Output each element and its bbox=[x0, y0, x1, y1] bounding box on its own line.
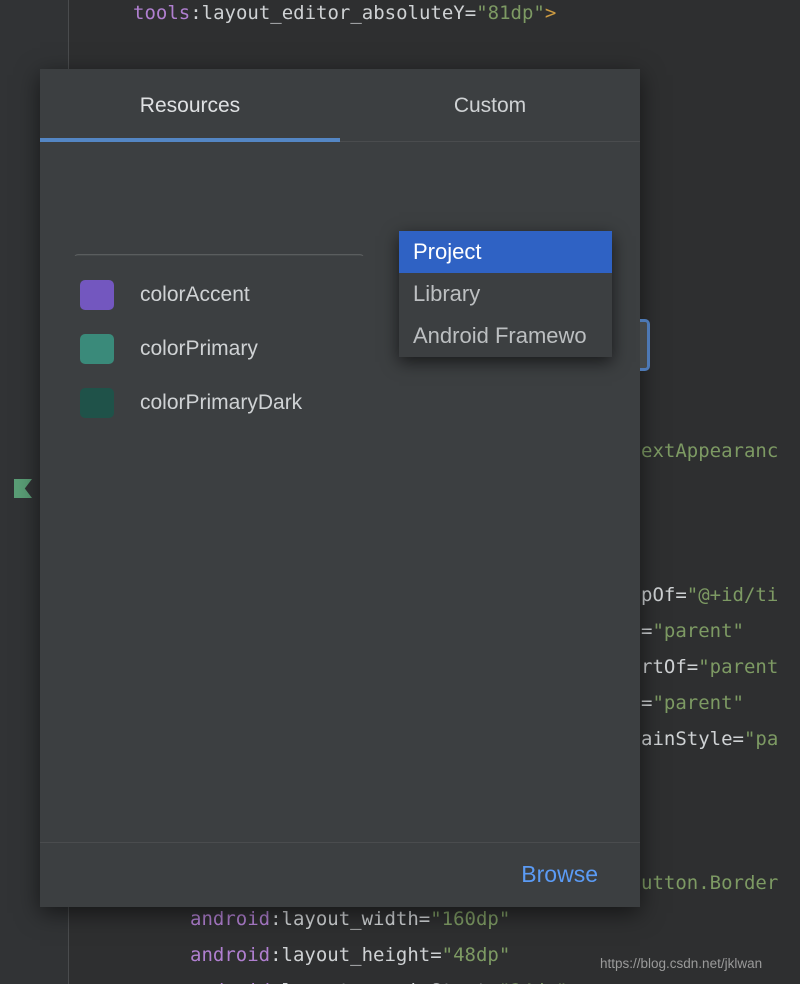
browse-button[interactable]: Browse bbox=[521, 861, 598, 888]
code-token: "81dp" bbox=[476, 2, 545, 24]
code-line: android:layout_height="48dp" bbox=[190, 944, 510, 966]
code-token: android bbox=[190, 944, 270, 966]
code-token: "parent" bbox=[652, 620, 744, 642]
dialog-footer: Browse bbox=[40, 842, 640, 907]
tab-resources-label: Resources bbox=[140, 94, 240, 118]
code-token: pOf= bbox=[641, 584, 687, 606]
code-token: "parent bbox=[698, 656, 778, 678]
code-token: > bbox=[545, 2, 556, 24]
color-swatch-icon bbox=[80, 388, 114, 418]
color-swatch-icon bbox=[80, 280, 114, 310]
code-token: utton.Border bbox=[641, 872, 778, 894]
tab-custom-label: Custom bbox=[454, 94, 526, 118]
scope-dropdown-menu[interactable]: ProjectLibraryAndroid Framewo bbox=[399, 231, 612, 357]
resource-name-label: colorPrimaryDark bbox=[140, 391, 302, 415]
code-line: android:layout_width="160dp" bbox=[190, 908, 510, 930]
code-token: extAppearanc bbox=[641, 440, 778, 462]
code-token: :layout_editor_absoluteY= bbox=[190, 2, 476, 24]
code-line: ="parent" bbox=[641, 692, 744, 714]
code-line: rtOf="parent bbox=[641, 656, 778, 678]
code-line: tools:layout_editor_absoluteY="81dp"> bbox=[133, 2, 556, 24]
screen-root: tools:layout_editor_absoluteY="81dp">ext… bbox=[0, 0, 800, 984]
resource-list-item[interactable]: colorPrimaryDark bbox=[40, 376, 640, 430]
color-swatch-icon bbox=[80, 334, 114, 364]
code-token: ainStyle= bbox=[641, 728, 744, 750]
tab-custom[interactable]: Custom bbox=[340, 69, 640, 142]
code-line: ainStyle="pa bbox=[641, 728, 778, 750]
tab-resources[interactable]: Resources bbox=[40, 69, 340, 142]
scope-dropdown-item[interactable]: Android Framewo bbox=[399, 315, 612, 357]
code-token: :layout_height= bbox=[270, 944, 442, 966]
code-line: android:layout_marginStart="24dp" bbox=[190, 980, 568, 984]
footer-divider bbox=[40, 842, 640, 843]
code-line: pOf="@+id/ti bbox=[641, 584, 778, 606]
scope-dropdown-item[interactable]: Library bbox=[399, 273, 612, 315]
code-token: :layout_width= bbox=[270, 908, 430, 930]
code-token: tools bbox=[133, 2, 190, 24]
code-token: "@+id/ti bbox=[687, 584, 779, 606]
code-token: android bbox=[190, 908, 270, 930]
code-token: "pa bbox=[744, 728, 778, 750]
resource-name-label: colorPrimary bbox=[140, 337, 258, 361]
code-token: "48dp" bbox=[442, 944, 511, 966]
code-token: rtOf= bbox=[641, 656, 698, 678]
watermark-text: https://blog.csdn.net/jklwan bbox=[600, 956, 762, 971]
code-token: "160dp" bbox=[430, 908, 510, 930]
dialog-tabbar: Resources Custom bbox=[40, 69, 640, 142]
resource-picker-dialog: Resources Custom Project bbox=[40, 69, 640, 907]
scope-dropdown-item[interactable]: Project bbox=[399, 231, 612, 273]
code-token: "24dp" bbox=[499, 980, 568, 984]
code-token: "parent" bbox=[652, 692, 744, 714]
resource-name-label: colorAccent bbox=[140, 283, 250, 307]
code-line: extAppearanc bbox=[641, 440, 778, 462]
code-token: = bbox=[641, 692, 652, 714]
code-line: ="parent" bbox=[641, 620, 744, 642]
code-token: :layout_marginStart= bbox=[270, 980, 499, 984]
code-line: utton.Border bbox=[641, 872, 778, 894]
code-token: = bbox=[641, 620, 652, 642]
code-token: android bbox=[190, 980, 270, 984]
